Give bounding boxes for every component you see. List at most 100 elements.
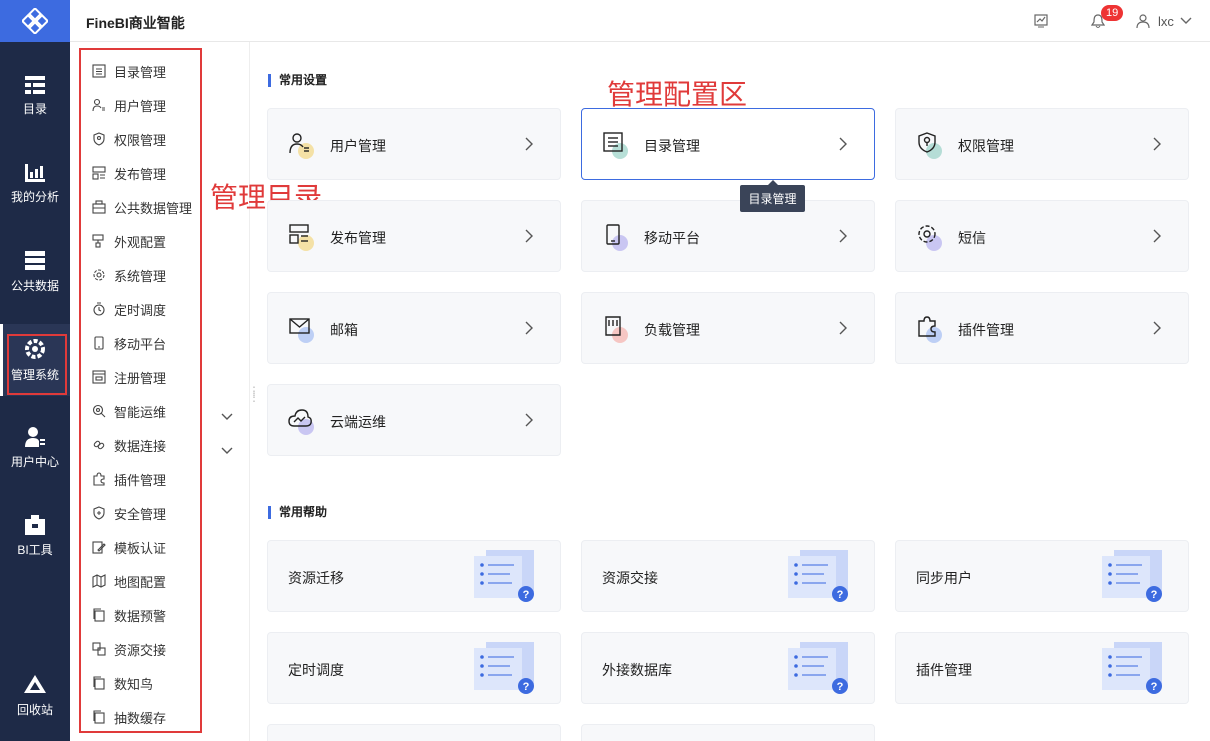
card-label: 短信 [958,230,986,246]
extract-cache-icon [92,710,106,724]
data-alert-icon [92,608,106,622]
menu-item-label: 发布管理 [114,166,167,182]
menu-item-system[interactable]: 系统管理 [92,260,166,290]
card-label: 用户管理 [330,138,386,154]
rail-item-recycle[interactable]: 回收站 [0,660,70,732]
help-doc-icon: ? [1102,550,1162,602]
section-title-settings: 常用设置 [268,74,327,87]
user-name[interactable]: lxc [1158,14,1174,29]
help-doc-icon: ? [788,642,848,694]
chevron-right-icon [1153,137,1161,151]
user-icon [1136,14,1150,28]
sms-icon [918,225,942,251]
card-label: 资源迁移 [288,570,344,586]
menu-item-label: 数据连接 [114,438,167,454]
help-card-partial[interactable] [581,724,875,741]
help-card-resource-migration[interactable]: 资源迁移 ? [267,540,561,612]
menu-item-smart-ops[interactable]: 智能运维 [92,396,166,426]
card-label: 插件管理 [958,322,1014,338]
menu-item-public-data[interactable]: 公共数据管理 [92,192,192,222]
publish-icon [92,166,106,180]
settings-card-mobile[interactable]: 移动平台 [581,200,875,272]
card-label: 资源交接 [602,570,658,586]
load-icon [605,316,628,343]
app-logo[interactable] [0,0,70,42]
chevron-right-icon [525,321,533,335]
help-card-resource-handover[interactable]: 资源交接 ? [581,540,875,612]
rail-item-my-analysis[interactable]: 我的分析 [0,148,70,220]
menu-item-plugin[interactable]: 插件管理 [92,464,166,494]
menu-item-map[interactable]: 地图配置 [92,566,166,596]
settings-card-permission[interactable]: 权限管理 [895,108,1189,180]
drag-handle-icon[interactable]: ⋮ ⋮ [248,385,260,403]
chevron-down-icon[interactable] [1180,17,1192,25]
card-label: 定时调度 [288,662,344,678]
card-label: 目录管理 [644,138,700,154]
user-icon [289,133,314,159]
tooltip: 目录管理 [740,180,805,212]
mail-icon [289,318,314,343]
menu-item-security[interactable]: 安全管理 [92,498,166,528]
recycle-icon [24,674,46,693]
chevron-down-icon[interactable] [221,442,233,460]
settings-card-sms[interactable]: 短信 [895,200,1189,272]
menu-item-catalog[interactable]: 目录管理 [92,56,166,86]
help-card-partial[interactable] [267,724,561,741]
menu-item-resource-handover[interactable]: 资源交接 [92,634,166,664]
menu-item-permission[interactable]: 权限管理 [92,124,166,154]
help-card-external-database[interactable]: 外接数据库 ? [581,632,875,704]
rail-item-bi-tools[interactable]: BI工具 [0,500,70,572]
rail-item-label: BI工具 [17,542,53,557]
rail-item-label: 目录 [22,101,47,116]
rail-item-public-data[interactable]: 公共数据 [0,236,70,308]
help-card-sync-users[interactable]: 同步用户 ? [895,540,1189,612]
menu-item-label: 权限管理 [114,132,167,148]
menu-item-label: 安全管理 [114,506,167,522]
help-doc-icon: ? [474,642,534,694]
menu-item-extract-cache[interactable]: 抽数缓存 [92,702,166,732]
schedule-icon [92,302,106,316]
plugin-icon [92,472,106,486]
menu-item-schedule[interactable]: 定时调度 [92,294,166,324]
cloud-ops-icon [288,409,314,435]
menu-item-label: 智能运维 [114,404,167,420]
rail-item-user-center[interactable]: 用户中心 [0,412,70,484]
svg-text:?: ? [523,681,530,693]
resource-handover-icon [92,642,106,656]
menu-item-label: 注册管理 [114,370,167,386]
shuzhiniao-icon [92,676,106,690]
menu-item-data-alert[interactable]: 数据预警 [92,600,166,630]
menu-item-label: 移动平台 [114,336,167,352]
annotation-config: 管理配置区 [607,78,748,111]
settings-card-catalog[interactable]: 目录管理 [581,108,875,180]
top-header: FineBI商业智能 19 lxc [70,0,1210,42]
menu-item-publish[interactable]: 发布管理 [92,158,166,188]
rail-item-label: 回收站 [16,702,53,717]
menu-item-appearance[interactable]: 外观配置 [92,226,166,256]
settings-card-publish[interactable]: 发布管理 [267,200,561,272]
nav-rail: 目录 我的分析 公共数据 管理系统 用户中心 BI工具 回收站 [0,0,70,741]
chevron-down-icon[interactable] [221,408,233,426]
menu-item-user[interactable]: 用户管理 [92,90,166,120]
card-label: 同步用户 [916,570,972,586]
settings-card-user[interactable]: 用户管理 [267,108,561,180]
help-card-scheduling[interactable]: 定时调度 ? [267,632,561,704]
template-auth-icon [92,540,106,554]
menu-item-mobile[interactable]: 移动平台 [92,328,166,358]
menu-item-shuzhiniao[interactable]: 数知鸟 [92,668,153,698]
monitor-icon[interactable] [1034,14,1048,28]
rail-item-catalog[interactable]: 目录 [0,60,70,132]
help-card-plugin-management[interactable]: 插件管理 ? [895,632,1189,704]
settings-card-cloud-ops[interactable]: 云端运维 [267,384,561,456]
settings-card-load[interactable]: 负载管理 [581,292,875,364]
catalog-icon [603,132,628,159]
menu-item-data-connection[interactable]: 数据连接 [92,430,166,460]
card-label: 权限管理 [958,138,1014,154]
svg-text:?: ? [523,589,530,601]
menu-item-label: 定时调度 [114,302,167,318]
menu-item-template-auth[interactable]: 模板认证 [92,532,166,562]
settings-card-mail[interactable]: 邮箱 [267,292,561,364]
settings-card-plugin[interactable]: 插件管理 [895,292,1189,364]
menu-item-register[interactable]: 注册管理 [92,362,166,392]
menu-item-label: 用户管理 [114,98,167,114]
